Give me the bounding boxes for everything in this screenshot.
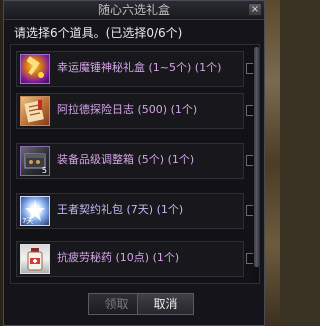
list-item[interactable]: 幸运魔锤神秘礼盒 (1~5个) (1个) [16, 51, 257, 87]
item-label: 装备品级调整箱 (5个) (1个) [57, 153, 195, 166]
lucky-hammer-box-icon [20, 54, 50, 84]
cancel-button[interactable]: 取消 [137, 293, 194, 315]
adventure-log-icon [20, 96, 50, 126]
item-label: 幸运魔锤神秘礼盒 (1~5个) (1个) [57, 61, 222, 74]
list-scrollbar[interactable] [253, 45, 259, 283]
scrollbar-thumb[interactable] [254, 47, 259, 267]
list-item[interactable]: 阿拉德探险日志 (500) (1个) [16, 93, 257, 129]
item-duration-badge: 7天 [22, 217, 34, 225]
selection-prompt: 请选择6个道具。(已选择0/6个) [14, 26, 183, 40]
item-count-badge: 5 [41, 166, 47, 175]
king-contract-pack-icon: 7天 [20, 196, 50, 226]
dialog-title: 随心六选礼盒 [97, 3, 170, 17]
close-button[interactable]: × [248, 3, 262, 16]
item-list: 幸运魔锤神秘礼盒 (1~5个) (1个) 阿拉德探险日志 (500) (1个) [10, 44, 260, 284]
item-label: 抗疲劳秘药 (10点) (1个) [57, 251, 180, 264]
selection-dialog: 随心六选礼盒 × 请选择6个道具。(已选择0/6个) 幸运魔锤神秘礼盒 (1~5… [3, 0, 265, 326]
grade-adjust-box-icon: 5 [20, 146, 50, 176]
item-label: 阿拉德探险日志 (500) (1个) [57, 103, 198, 116]
title-bar[interactable]: 随心六选礼盒 × [4, 1, 264, 20]
anti-fatigue-potion-icon [20, 244, 50, 274]
list-item[interactable]: 抗疲劳秘药 (10点) (1个) [16, 241, 257, 277]
list-item[interactable]: 5 装备品级调整箱 (5个) (1个) [16, 143, 257, 179]
list-item[interactable]: 7天 王者契约礼包 (7天) (1个) [16, 193, 257, 229]
item-label: 王者契约礼包 (7天) (1个) [57, 203, 184, 216]
